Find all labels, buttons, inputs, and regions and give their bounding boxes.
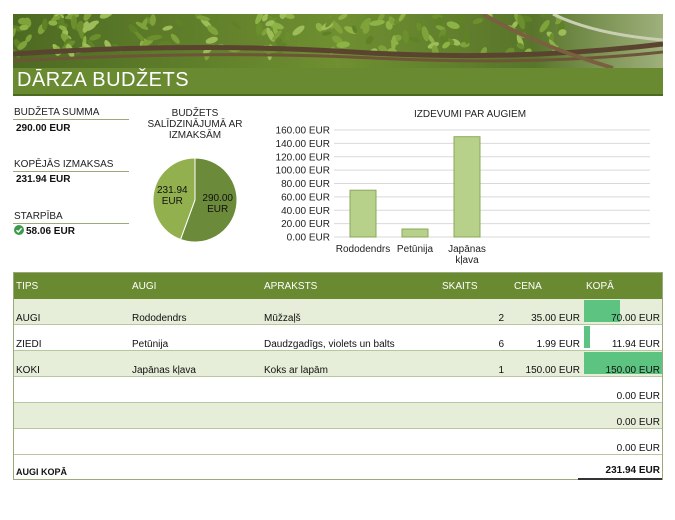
pie-slice-label: 290.00 — [202, 193, 233, 204]
cell-price[interactable]: 35.00 EUR — [524, 313, 580, 324]
footer-total-value: 231.94 EUR — [605, 465, 660, 476]
pie-slice-label: EUR — [162, 196, 183, 207]
diff-divider — [13, 223, 129, 224]
plants-table: TIPS AUGI APRAKSTS SKAITS CENA KOPĀ AUGI… — [13, 272, 663, 480]
y-tick-label: 60.00 EUR — [281, 192, 330, 203]
y-tick-label: 100.00 EUR — [276, 166, 330, 177]
cell-total[interactable]: 0.00 EUR — [617, 417, 660, 428]
cell-description[interactable]: Koks ar lapām — [264, 365, 328, 376]
check-circle-icon — [14, 225, 24, 235]
cell-total[interactable]: 11.94 EUR — [612, 339, 660, 350]
pie-chart[interactable]: 231.94EUR 290.00EUR — [140, 155, 250, 255]
header-total[interactable]: KOPĀ — [586, 281, 614, 292]
y-tick-label: 0.00 EUR — [287, 233, 330, 244]
budget-label: BUDŽETA SUMMA — [14, 107, 100, 118]
bar[interactable] — [401, 228, 429, 238]
table-row[interactable]: AUGI Rododendrs Mūžzaļš 2 35.00 EUR 70.00 EUR — [14, 299, 662, 325]
green-beans-basket-image — [13, 14, 663, 68]
table-row[interactable]: KOKI Japānas kļava Koks ar lapām 1 150.00 EU… — [14, 351, 662, 377]
pie-chart-title: BUDŽETS SALĪDZINĀJUMĀ AR IZMAKSĀM — [147, 108, 243, 141]
bar-chart-title: IZDEVUMI PAR AUGIEM — [413, 109, 527, 120]
table-header: TIPS AUGI APRAKSTS SKAITS CENA KOPĀ — [14, 273, 662, 299]
header-plant[interactable]: AUGI — [132, 281, 156, 292]
diff-value-wrap: 58.06 EUR — [14, 225, 75, 237]
y-tick-label: 80.00 EUR — [281, 179, 330, 190]
bar[interactable] — [453, 136, 481, 238]
y-tick-label: 120.00 EUR — [276, 152, 330, 163]
budget-divider — [13, 119, 129, 120]
cell-price[interactable]: 1.99 EUR — [524, 339, 580, 350]
cell-plant[interactable]: Petūnija — [132, 339, 168, 350]
header-banner-image — [13, 14, 663, 68]
total-data-bar — [584, 326, 591, 348]
cell-type[interactable]: ZIEDI — [16, 339, 42, 350]
cell-quantity[interactable]: 6 — [484, 339, 504, 350]
table-row[interactable]: 0.00 EUR — [14, 429, 662, 455]
header-quantity[interactable]: SKAITS — [442, 281, 478, 292]
footer-total-underline — [578, 478, 662, 480]
x-tick-label: Petūnija — [397, 244, 434, 255]
y-tick-label: 140.00 EUR — [276, 139, 330, 150]
bar[interactable] — [349, 189, 377, 238]
cell-description[interactable]: Mūžzaļš — [264, 313, 301, 324]
y-tick-label: 40.00 EUR — [281, 206, 330, 217]
pie-slice-label: EUR — [207, 204, 228, 215]
budget-value[interactable]: 290.00 EUR — [16, 123, 70, 134]
title-bar: DĀRZA BUDŽETS — [13, 68, 663, 96]
header-description[interactable]: APRAKSTS — [264, 281, 317, 292]
table-row[interactable]: 0.00 EUR — [14, 377, 662, 403]
x-tick-label: Japānas — [448, 244, 486, 255]
pie-slice-label: 231.94 — [157, 185, 188, 196]
cell-price[interactable]: 150.00 EUR — [524, 365, 580, 376]
costs-value: 231.94 EUR — [16, 174, 71, 185]
cell-total[interactable]: 70.00 EUR — [611, 313, 660, 324]
cell-quantity[interactable]: 2 — [484, 313, 504, 324]
cell-plant[interactable]: Japānas kļava — [132, 365, 196, 376]
header-price[interactable]: CENA — [514, 281, 542, 292]
row-divider — [14, 454, 662, 455]
y-tick-label: 20.00 EUR — [281, 219, 330, 230]
cell-description[interactable]: Daudzgadīgs, violets un balts — [264, 339, 395, 350]
page-title: DĀRZA BUDŽETS — [17, 69, 190, 91]
footer-label: AUGI KOPĀ — [16, 467, 68, 477]
y-tick-label: 160.00 EUR — [276, 126, 330, 137]
table-row[interactable]: 0.00 EUR — [14, 403, 662, 429]
header-type[interactable]: TIPS — [16, 281, 38, 292]
bar-chart[interactable]: 0.00 EUR 20.00 EUR 40.00 EUR 60.00 EUR 80.00… — [262, 122, 662, 267]
cell-total[interactable]: 0.00 EUR — [617, 443, 660, 454]
diff-label: STARPĪBA — [14, 211, 63, 222]
cell-type[interactable]: KOKI — [16, 365, 40, 376]
cell-quantity[interactable]: 1 — [484, 365, 504, 376]
cell-type[interactable]: AUGI — [16, 313, 40, 324]
diff-value: 58.06 EUR — [26, 226, 75, 237]
costs-divider — [13, 171, 129, 172]
x-tick-label: kļava — [455, 255, 479, 266]
costs-label: KOPĒJĀS IZMAKSAS — [14, 159, 114, 170]
cell-plant[interactable]: Rododendrs — [132, 313, 186, 324]
cell-total[interactable]: 0.00 EUR — [617, 391, 660, 402]
cell-total[interactable]: 150.00 EUR — [606, 365, 660, 376]
x-tick-label: Rododendrs — [336, 244, 390, 255]
table-row[interactable]: ZIEDI Petūnija Daudzgadīgs, violets un bal… — [14, 325, 662, 351]
